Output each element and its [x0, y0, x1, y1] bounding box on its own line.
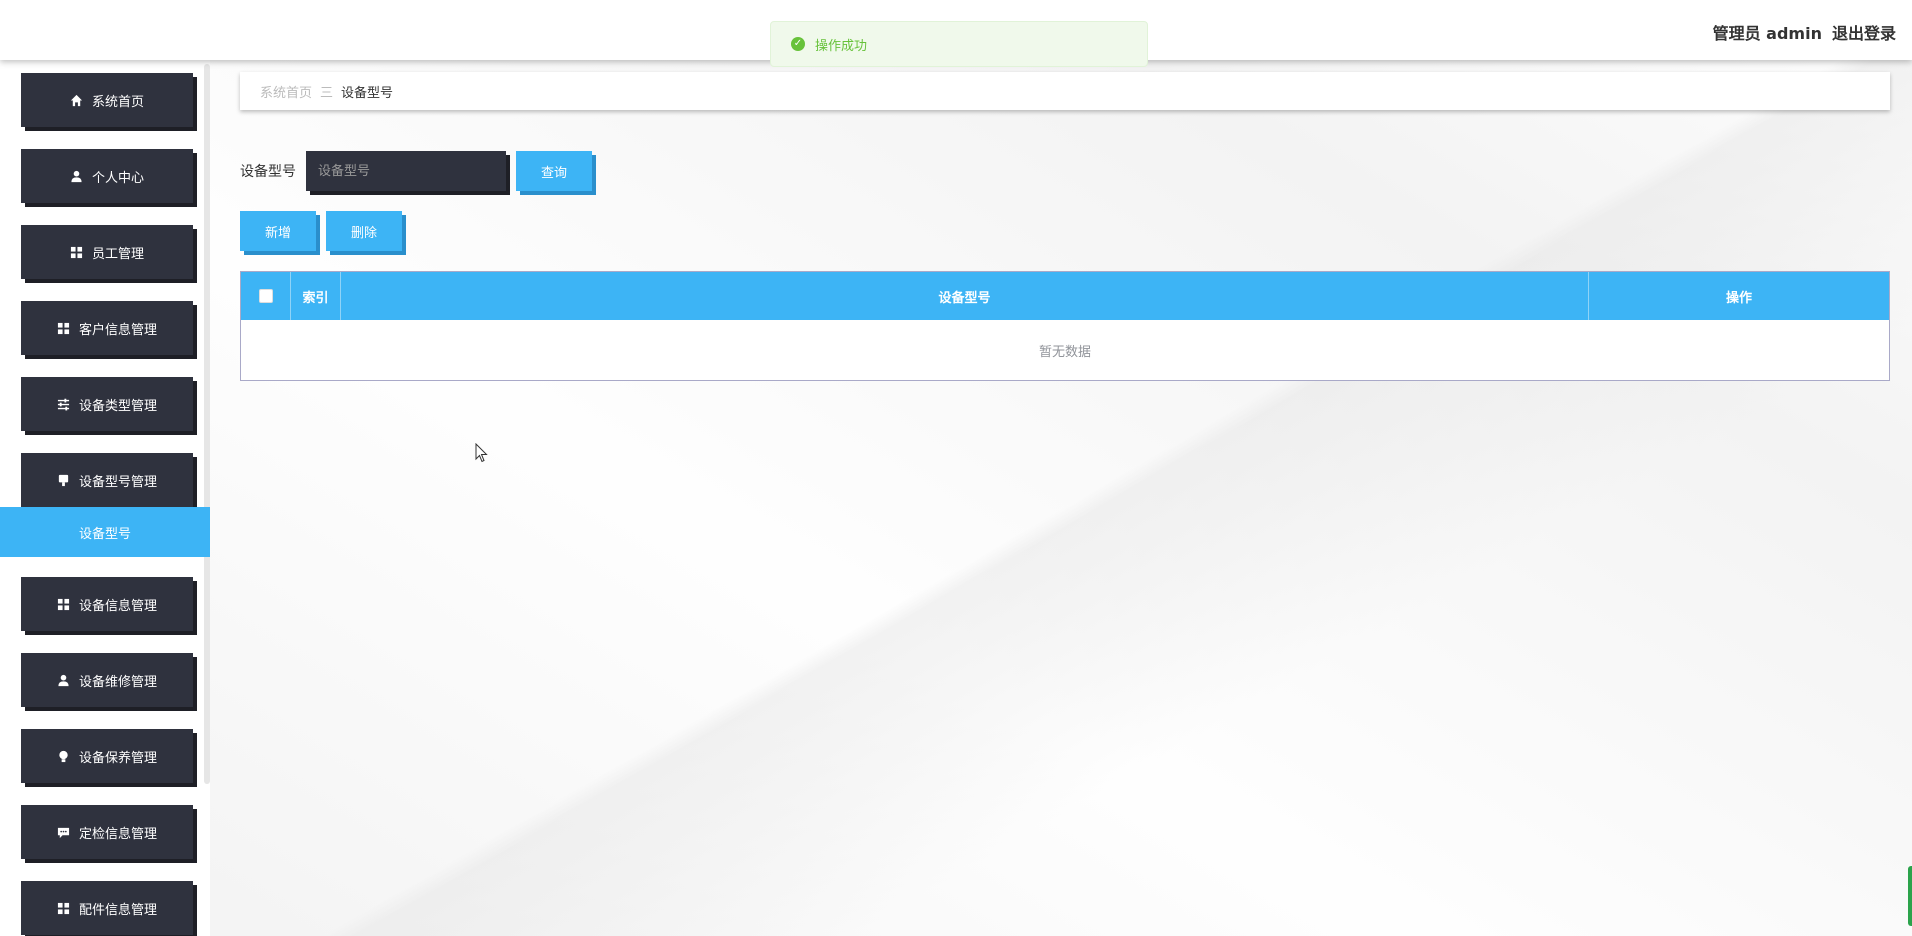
submenu-item-label: 设备型号 [78, 526, 131, 542]
sidebar-item-home[interactable]: 系统首页 [21, 73, 193, 127]
sidebar-item-inspection[interactable]: 定检信息管理 [21, 805, 193, 859]
breadcrumb-current: 设备型号 [341, 85, 394, 101]
delete-button[interactable]: 删除 [326, 211, 402, 251]
sliders-icon [57, 397, 71, 411]
empty-state: 暂无数据 [241, 320, 1889, 380]
submenu-item-device-model[interactable]: 设备型号 [0, 507, 210, 557]
bulb-icon [57, 749, 71, 763]
table-header: 索引 设备型号 操作 [241, 272, 1889, 320]
data-table: 索引 设备型号 操作 暂无数据 [240, 271, 1890, 381]
chat-icon [57, 825, 71, 839]
sidebar-item-staff[interactable]: 员工管理 [21, 225, 193, 279]
sidebar-item-label: 系统首页 [91, 94, 144, 110]
sidebar: 系统首页 个人中心 员工管理 客户信息管理 设备类型管理 设备型号管理 设备型号 [0, 60, 210, 936]
sidebar-item-label: 个人中心 [91, 170, 144, 186]
success-toast: ✓ 操作成功 [770, 21, 1148, 67]
grid-icon [57, 597, 71, 611]
column-header-label: 操作 [1725, 290, 1752, 306]
sidebar-item-device-repair[interactable]: 设备维修管理 [21, 653, 193, 707]
mouse-cursor-icon [475, 442, 489, 467]
query-button-label: 查询 [540, 165, 567, 181]
query-button[interactable]: 查询 [516, 151, 592, 191]
select-all-cell [241, 272, 291, 320]
sidebar-item-label: 设备保养管理 [78, 750, 157, 766]
user-label: 管理员 admin [1712, 24, 1822, 43]
add-button-label: 新增 [264, 225, 291, 241]
sidebar-scrollbar[interactable] [204, 64, 210, 784]
user-icon [70, 169, 84, 183]
sidebar-item-label: 定检信息管理 [78, 826, 157, 842]
check-circle-icon: ✓ [791, 37, 805, 51]
sidebar-item-device-model[interactable]: 设备型号管理 [21, 453, 193, 507]
search-input[interactable] [306, 151, 506, 191]
sidebar-item-label: 设备类型管理 [78, 398, 157, 414]
sidebar-item-label: 设备型号管理 [78, 474, 157, 490]
sidebar-item-device-maintenance[interactable]: 设备保养管理 [21, 729, 193, 783]
sidebar-item-label: 客户信息管理 [78, 322, 157, 338]
grid-icon [57, 901, 71, 915]
device-icon [57, 473, 71, 487]
empty-text: 暂无数据 [1038, 344, 1091, 360]
home-icon [70, 93, 84, 107]
sidebar-item-label: 员工管理 [91, 246, 144, 262]
add-button[interactable]: 新增 [240, 211, 316, 251]
column-header-model: 设备型号 [341, 272, 1589, 320]
sidebar-item-profile[interactable]: 个人中心 [21, 149, 193, 203]
column-header-label: 索引 [302, 290, 329, 306]
sidebar-item-device-type[interactable]: 设备类型管理 [21, 377, 193, 431]
column-header-actions: 操作 [1589, 272, 1889, 320]
sidebar-item-label: 配件信息管理 [78, 902, 157, 918]
delete-button-label: 删除 [350, 225, 377, 241]
sidebar-item-label: 设备信息管理 [78, 598, 157, 614]
user-area: 管理员 admin 退出登录 [1713, 20, 1896, 44]
search-label: 设备型号 [240, 164, 296, 180]
breadcrumb-separator: 三 [320, 85, 334, 101]
grid-icon [57, 321, 71, 335]
sidebar-item-label: 设备维修管理 [78, 674, 157, 690]
select-all-checkbox[interactable] [258, 289, 273, 303]
column-header-label: 设备型号 [938, 290, 991, 306]
toast-message: 操作成功 [815, 38, 868, 54]
column-header-index: 索引 [291, 272, 341, 320]
sidebar-item-parts[interactable]: 配件信息管理 [21, 881, 193, 935]
sidebar-item-device-info[interactable]: 设备信息管理 [21, 577, 193, 631]
user-icon [57, 673, 71, 687]
sidebar-item-customer[interactable]: 客户信息管理 [21, 301, 193, 355]
logout-link[interactable]: 退出登录 [1832, 20, 1896, 44]
side-tab[interactable] [1908, 866, 1912, 926]
breadcrumb-home[interactable]: 系统首页 [260, 82, 312, 101]
grid-icon [70, 245, 84, 259]
breadcrumb: 系统首页 三 设备型号 [240, 72, 1890, 110]
